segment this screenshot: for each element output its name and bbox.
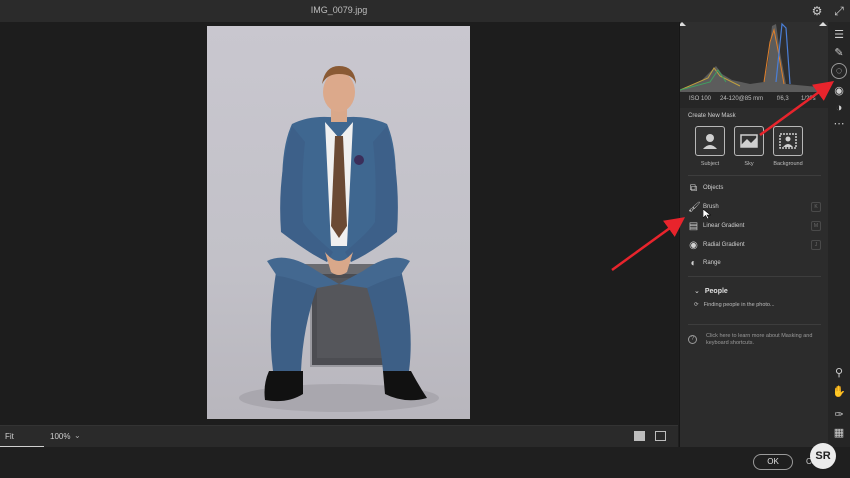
range-icon: ◐ bbox=[690, 258, 697, 269]
help-icon: ? bbox=[688, 335, 697, 344]
sky-label: Sky bbox=[744, 161, 754, 167]
title-bar: IMG_0079.jpg ⚙ ⤢ bbox=[0, 0, 850, 22]
people-heading: People bbox=[704, 288, 728, 295]
background-mask-button[interactable] bbox=[773, 126, 803, 156]
hand-icon[interactable]: ✋ bbox=[832, 385, 846, 399]
range-label: Range bbox=[703, 260, 721, 266]
histogram bbox=[678, 22, 829, 92]
iso-value: ISO 100 bbox=[689, 96, 712, 102]
range-tool[interactable]: ◐ Range bbox=[688, 258, 823, 272]
settings-gear-icon[interactable]: ⚙ bbox=[810, 4, 824, 18]
people-section-header[interactable]: ⌄ People bbox=[694, 287, 728, 295]
masking-icon[interactable]: ◌ bbox=[831, 63, 847, 79]
dialog-footer: OK Car bbox=[0, 447, 850, 478]
window-title: IMG_0079.jpg bbox=[310, 5, 368, 15]
sky-icon bbox=[740, 134, 758, 148]
sky-mask-button[interactable] bbox=[734, 126, 764, 156]
objects-label: Objects bbox=[703, 185, 724, 191]
camera-info-bar: ISO 100 24-120@85 mm f/6,3 1/??s bbox=[680, 92, 829, 108]
objects-tool[interactable]: ⧉ Objects bbox=[688, 183, 823, 197]
man-in-suit-photo bbox=[239, 66, 439, 412]
people-status: ⟳ Finding people in the photo... bbox=[694, 302, 775, 308]
zoom-dropdown-chevron-icon[interactable]: ⌄ bbox=[74, 431, 84, 443]
divider bbox=[688, 276, 821, 277]
linear-gradient-tool[interactable]: ▤ Linear Gradient M bbox=[688, 221, 823, 235]
radial-gradient-label: Radial Gradient bbox=[703, 242, 745, 248]
healing-icon[interactable]: ✎ bbox=[832, 46, 846, 60]
divider bbox=[688, 324, 821, 325]
radial-gradient-shortcut: J bbox=[811, 240, 821, 250]
divider bbox=[688, 175, 821, 176]
edit-tool-strip: ☰ ✎ ◌ ◉ ◑ ⋯ ⚲ ✋ ✑ ▦ bbox=[828, 22, 850, 447]
person-icon bbox=[703, 134, 717, 149]
linear-gradient-label: Linear Gradient bbox=[703, 223, 745, 229]
masking-panel: ISO 100 24-120@85 mm f/6,3 1/??s Create … bbox=[678, 22, 829, 447]
linear-gradient-icon: ▤ bbox=[688, 221, 699, 232]
objects-icon: ⧉ bbox=[689, 183, 698, 194]
background-label: Background bbox=[773, 161, 803, 167]
before-after-view-icon[interactable] bbox=[655, 431, 666, 441]
image-canvas[interactable] bbox=[0, 22, 678, 425]
more-options-icon[interactable]: ⋯ bbox=[832, 117, 846, 131]
mouse-cursor-icon bbox=[703, 209, 711, 219]
refresh-icon: ⟳ bbox=[694, 302, 699, 308]
brush-icon: 🖌 bbox=[688, 202, 701, 213]
red-eye-icon[interactable]: ◉ bbox=[832, 84, 846, 98]
subject-label: Subject bbox=[700, 161, 720, 167]
lens-value: 24-120@85 mm bbox=[720, 96, 764, 102]
zoom-icon[interactable]: ⚲ bbox=[832, 366, 846, 380]
background-icon bbox=[779, 133, 797, 149]
grid-icon[interactable]: ▦ bbox=[832, 426, 846, 440]
edit-sliders-icon[interactable]: ☰ bbox=[832, 28, 846, 42]
ok-button[interactable]: OK bbox=[753, 454, 793, 470]
linear-gradient-shortcut: M bbox=[811, 221, 821, 231]
fullscreen-toggle-icon[interactable]: ⤢ bbox=[832, 4, 846, 18]
zoom-100-button[interactable]: 100% bbox=[46, 426, 74, 448]
photo-preview[interactable] bbox=[207, 26, 470, 419]
aperture-value: f/6,3 bbox=[777, 96, 789, 102]
canvas-bottom-bar: Fit (13,3%) 100% ⌄ bbox=[0, 425, 678, 462]
sampler-icon[interactable]: ✑ bbox=[832, 408, 846, 422]
radial-gradient-icon: ◉ bbox=[689, 240, 698, 251]
zoom-fit-button[interactable]: Fit (13,3%) bbox=[0, 426, 44, 462]
shutter-value: 1/??s bbox=[801, 96, 816, 102]
help-text: Click here to learn more about Masking a… bbox=[706, 333, 813, 346]
presets-icon[interactable]: ◑ bbox=[832, 101, 846, 115]
subject-mask-button[interactable] bbox=[695, 126, 725, 156]
create-new-mask-title: Create New Mask bbox=[688, 113, 736, 119]
watermark-logo: SR bbox=[810, 443, 836, 469]
radial-gradient-tool[interactable]: ◉ Radial Gradient J bbox=[688, 240, 823, 254]
brush-shortcut: K bbox=[811, 202, 821, 212]
finding-people-text: Finding people in the photo... bbox=[703, 302, 775, 308]
chevron-down-icon: ⌄ bbox=[694, 288, 700, 295]
single-view-icon[interactable] bbox=[634, 431, 645, 441]
